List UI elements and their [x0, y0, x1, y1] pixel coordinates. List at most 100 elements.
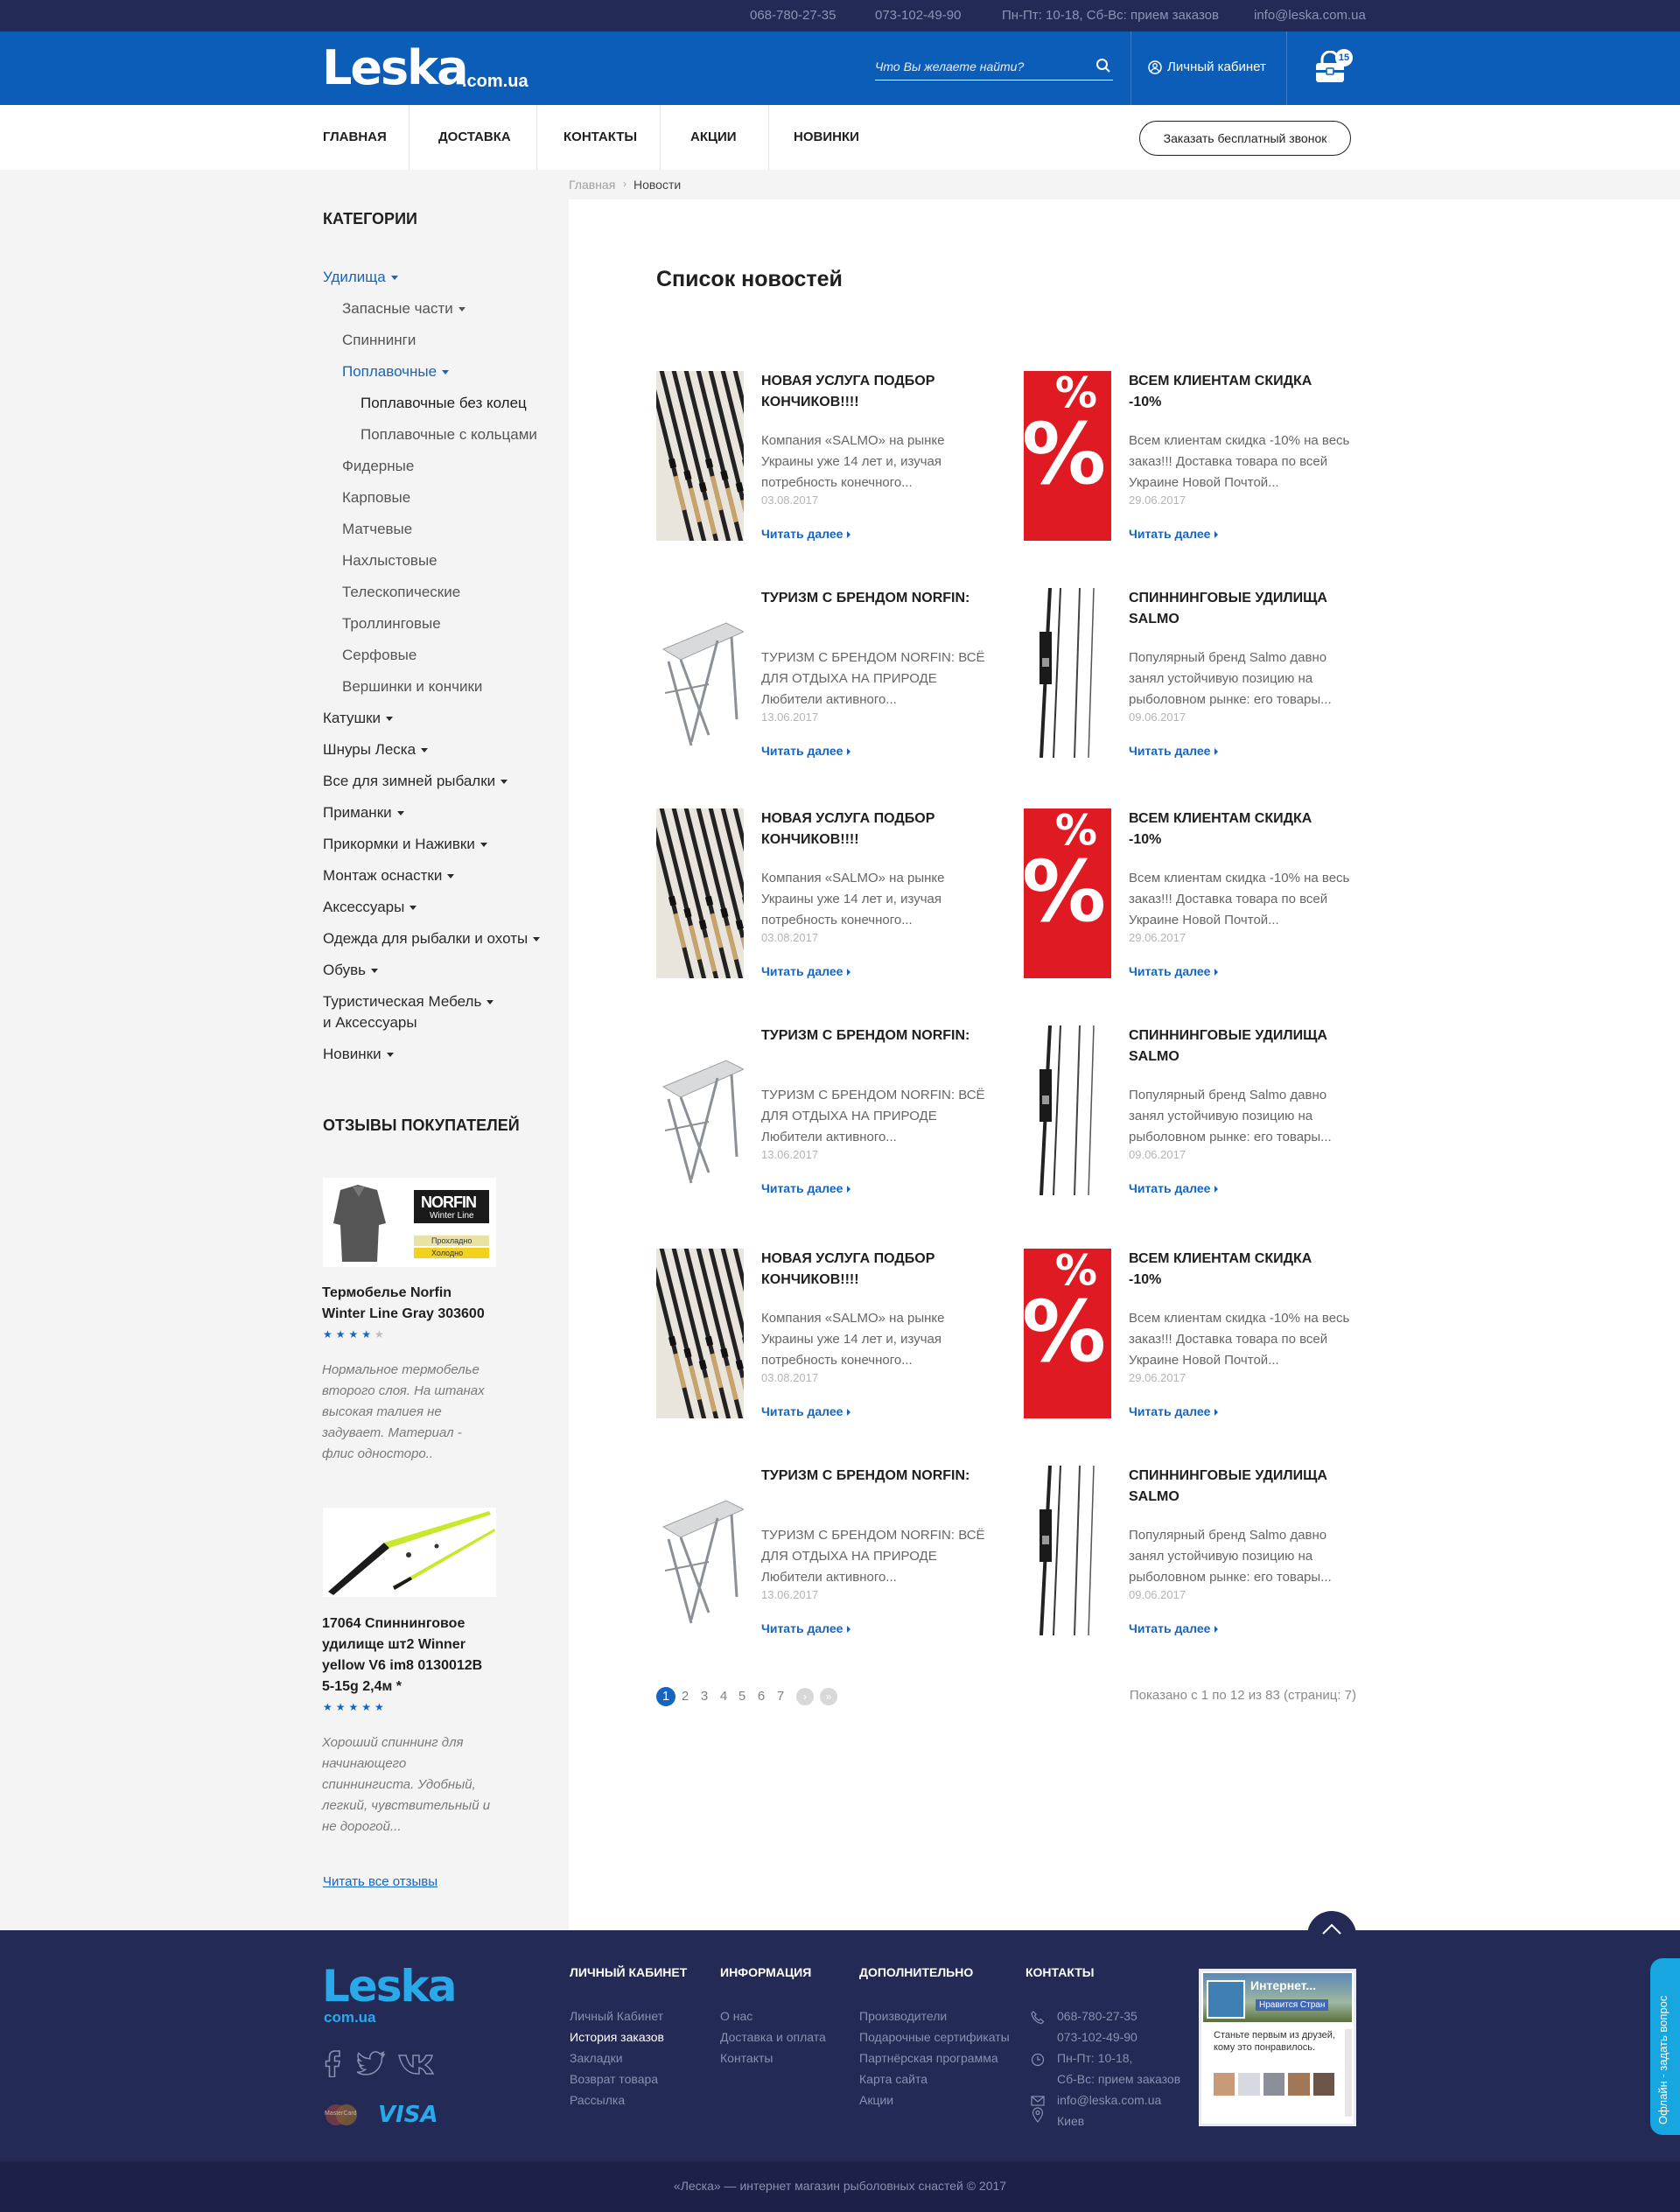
news-title[interactable]: НОВАЯ УСЛУГА ПОДБОР КОНЧИКОВ!!!!	[761, 808, 971, 850]
topbar-phone-2[interactable]: 073-102-49-90	[875, 8, 961, 23]
nav-delivery[interactable]: ДОСТАВКА	[438, 105, 511, 170]
news-title[interactable]: ВСЕМ КЛИЕНТАМ СКИДКА -10%	[1129, 1249, 1339, 1291]
nav-promotions[interactable]: АКЦИИ	[690, 105, 737, 170]
news-thumbnail[interactable]	[656, 808, 744, 978]
read-more-link[interactable]: Читать далее	[761, 527, 850, 541]
category-carp[interactable]: Карповые	[342, 489, 410, 507]
page-link-3[interactable]: 3	[695, 1687, 714, 1706]
vk-icon[interactable]	[397, 2053, 439, 2076]
read-more-link[interactable]: Читать далее	[761, 964, 850, 978]
category-reels[interactable]: Катушки	[323, 710, 394, 727]
nav-contacts[interactable]: КОНТАКТЫ	[564, 105, 637, 170]
category-lures[interactable]: Приманки	[323, 804, 404, 822]
read-more-link[interactable]: Читать далее	[1129, 744, 1218, 758]
page-link-1[interactable]: 1	[656, 1687, 676, 1706]
footer-email[interactable]: info@leska.com.ua	[1057, 2093, 1161, 2107]
news-title[interactable]: СПИННИНГОВЫЕ УДИЛИЩА SALMO	[1129, 1026, 1339, 1068]
read-more-link[interactable]: Читать далее	[761, 744, 850, 758]
category-spinning[interactable]: Спиннинги	[342, 332, 416, 349]
page-link-4[interactable]: 4	[714, 1687, 733, 1706]
footer-link-about[interactable]: О нас	[720, 2009, 752, 2023]
category-float-with-rings[interactable]: Поплавочные с кольцами	[360, 426, 537, 444]
category-clothing[interactable]: Одежда для рыбалки и охоты	[323, 930, 541, 948]
footer-link-delivery[interactable]: Доставка и оплата	[720, 2030, 826, 2044]
news-title[interactable]: НОВАЯ УСЛУГА ПОДБОР КОНЧИКОВ!!!!	[761, 1249, 971, 1291]
news-thumbnail[interactable]	[1024, 1466, 1111, 1635]
news-thumbnail[interactable]	[656, 588, 744, 758]
news-thumbnail[interactable]: %%	[1024, 371, 1111, 541]
offline-question-tab[interactable]: Офлайн - задать вопрос	[1650, 1958, 1680, 2135]
news-title[interactable]: ТУРИЗМ С БРЕНДОМ NORFIN:	[761, 588, 971, 609]
footer-link-account[interactable]: Личный Кабинет	[570, 2009, 663, 2023]
site-logo[interactable]: Leska	[322, 42, 469, 94]
footer-link-returns[interactable]: Возврат товара	[570, 2072, 658, 2086]
facebook-widget-scrollbar[interactable]	[1345, 2029, 1352, 2117]
breadcrumb-home[interactable]: Главная	[569, 178, 615, 192]
category-rods[interactable]: Удилища	[323, 269, 398, 286]
review-product-image[interactable]	[323, 1508, 496, 1597]
read-more-link[interactable]: Читать далее	[1129, 527, 1218, 541]
all-reviews-link[interactable]: Читать все отзывы	[323, 1874, 438, 1889]
news-title[interactable]: ВСЕМ КЛИЕНТАМ СКИДКА -10%	[1129, 371, 1339, 413]
news-thumbnail[interactable]	[656, 371, 744, 541]
read-more-link[interactable]: Читать далее	[1129, 1621, 1218, 1635]
footer-link-newsletter[interactable]: Рассылка	[570, 2093, 625, 2107]
footer-link-contacts[interactable]: Контакты	[720, 2051, 773, 2065]
page-link-6[interactable]: 6	[752, 1687, 771, 1706]
category-float[interactable]: Поплавочные	[342, 363, 450, 381]
footer-link-gift-certificates[interactable]: Подарочные сертификаты	[859, 2030, 1010, 2044]
news-thumbnail[interactable]: %%	[1024, 808, 1111, 978]
category-footwear[interactable]: Обувь	[323, 962, 378, 979]
last-page-icon[interactable]: »	[820, 1688, 837, 1705]
page-link-7[interactable]: 7	[771, 1687, 790, 1706]
category-match[interactable]: Матчевые	[342, 521, 412, 538]
category-rigging[interactable]: Монтаж оснастки	[323, 867, 455, 885]
search-input[interactable]	[875, 56, 1085, 77]
scroll-to-top-button[interactable]	[1307, 1911, 1356, 1960]
news-thumbnail[interactable]	[656, 1466, 744, 1635]
read-more-link[interactable]: Читать далее	[1129, 1404, 1218, 1418]
twitter-icon[interactable]	[357, 2051, 387, 2076]
facebook-icon[interactable]	[323, 2049, 342, 2077]
news-title[interactable]: ТУРИЗМ С БРЕНДОМ NORFIN:	[761, 1466, 971, 1487]
nav-new[interactable]: НОВИНКИ	[794, 105, 859, 170]
category-lines[interactable]: Шнуры Леска	[323, 741, 429, 759]
category-trolling[interactable]: Троллинговые	[342, 615, 441, 633]
footer-link-affiliate[interactable]: Партнёрская программа	[859, 2051, 998, 2065]
nav-home[interactable]: ГЛАВНАЯ	[323, 105, 387, 170]
footer-link-specials[interactable]: Акции	[859, 2093, 893, 2107]
news-title[interactable]: СПИННИНГОВЫЕ УДИЛИЩА SALMO	[1129, 1466, 1339, 1508]
topbar-phone-1[interactable]: 068-780-27-35	[750, 8, 836, 23]
category-feeder[interactable]: Фидерные	[342, 458, 414, 475]
news-thumbnail[interactable]	[1024, 588, 1111, 758]
category-tips[interactable]: Вершинки и кончики	[342, 678, 482, 696]
facebook-like-button[interactable]: Нравится Стран	[1256, 1999, 1329, 2011]
category-surf[interactable]: Серфовые	[342, 647, 416, 664]
category-accessories[interactable]: Аксессуары	[323, 899, 417, 916]
footer-link-manufacturers[interactable]: Производители	[859, 2009, 947, 2023]
facebook-widget[interactable]: Интернет... Нравится Стран Станьте первы…	[1199, 1969, 1356, 2126]
footer-link-bookmarks[interactable]: Закладки	[570, 2051, 623, 2065]
footer-phone-2[interactable]: 073-102-49-90	[1057, 2030, 1138, 2044]
footer-logo[interactable]: Leska	[322, 1962, 458, 2011]
category-float-no-rings[interactable]: Поплавочные без колец	[360, 395, 527, 412]
news-thumbnail[interactable]: %%	[1024, 1249, 1111, 1418]
page-link-5[interactable]: 5	[732, 1687, 752, 1706]
search-icon[interactable]	[1096, 58, 1111, 74]
category-fly[interactable]: Нахлыстовые	[342, 552, 438, 570]
topbar-email[interactable]: info@leska.com.ua	[1254, 8, 1366, 23]
news-title[interactable]: ТУРИЗМ С БРЕНДОМ NORFIN:	[761, 1026, 971, 1046]
account-link[interactable]: Личный кабинет	[1148, 60, 1266, 74]
category-bait[interactable]: Прикормки и Наживки	[323, 836, 487, 853]
news-thumbnail[interactable]	[656, 1026, 744, 1195]
page-link-2[interactable]: 2	[676, 1687, 695, 1706]
category-furniture-line2[interactable]: и Аксессуары	[323, 1014, 417, 1032]
footer-link-order-history[interactable]: История заказов	[570, 2030, 664, 2044]
news-title[interactable]: ВСЕМ КЛИЕНТАМ СКИДКА -10%	[1129, 808, 1339, 850]
category-new[interactable]: Новинки	[323, 1046, 394, 1063]
read-more-link[interactable]: Читать далее	[1129, 1181, 1218, 1195]
callback-button[interactable]: Заказать бесплатный звонок	[1139, 121, 1351, 156]
category-telescopic[interactable]: Телескопические	[342, 584, 460, 601]
read-more-link[interactable]: Читать далее	[761, 1621, 850, 1635]
category-furniture[interactable]: Туристическая Мебель	[323, 993, 494, 1011]
